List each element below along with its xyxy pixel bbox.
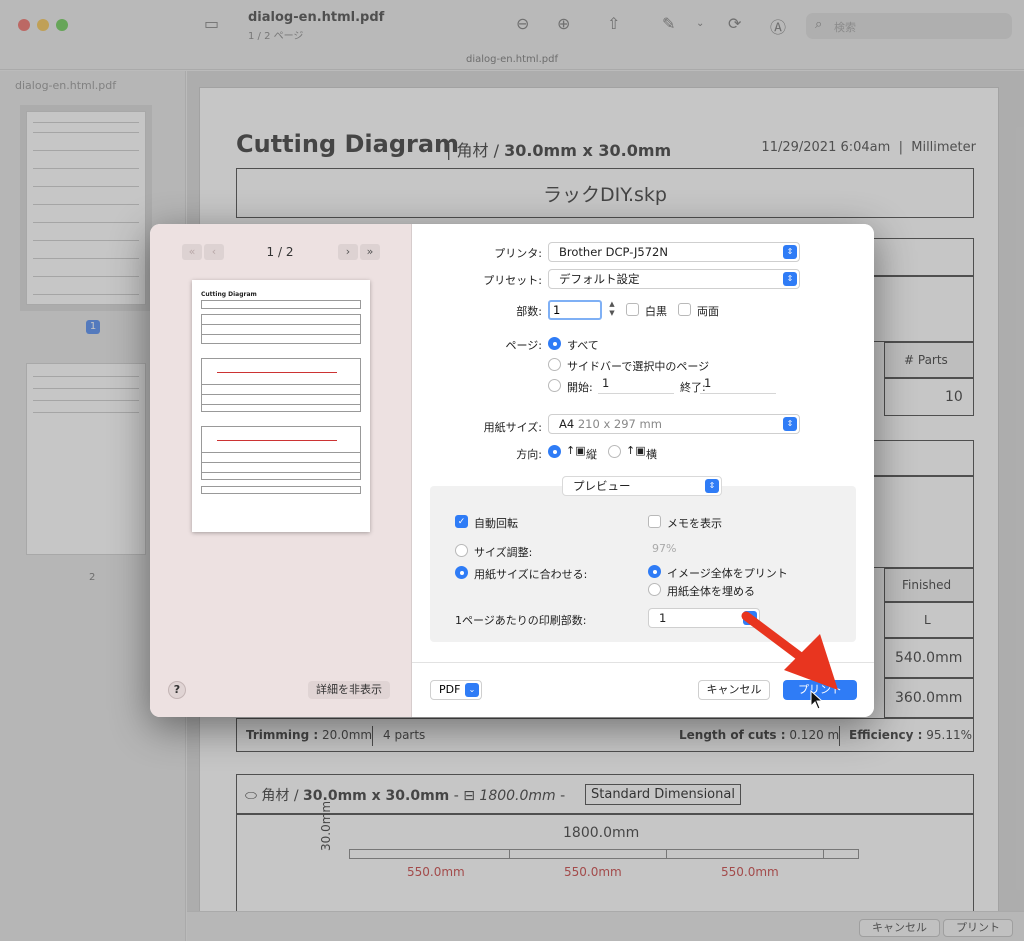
hide-details-button[interactable]: 詳細を非表示: [308, 681, 390, 699]
duplex-label: 両面: [697, 305, 719, 318]
scale-input[interactable]: 97%: [648, 540, 708, 558]
chevron-updown-icon: ⇕: [783, 272, 797, 286]
next-page-button[interactable]: ›: [338, 244, 358, 260]
paper-size-popup[interactable]: A4 210 x 297 mm ⇕: [548, 414, 800, 434]
portrait-icon: ↑▣: [566, 444, 586, 457]
pages-all-radio[interactable]: [548, 337, 561, 350]
annotation-arrow-icon: [741, 611, 838, 690]
pages-selected-label: サイドバーで選択中のページ: [567, 360, 710, 373]
pdf-menu-button[interactable]: PDF ⌄: [430, 680, 482, 700]
help-button[interactable]: ?: [168, 681, 186, 699]
last-page-button[interactable]: »: [360, 244, 380, 260]
chevron-updown-icon: ⇕: [783, 417, 797, 431]
fill-paper-label: 用紙全体を埋める: [667, 585, 755, 598]
copies-label: 部数:: [516, 305, 542, 318]
landscape-label: 横: [646, 448, 657, 461]
duplex-checkbox[interactable]: [678, 303, 691, 316]
fit-to-paper-label: 用紙サイズに合わせる:: [474, 568, 588, 581]
fit-to-paper-radio[interactable]: [455, 566, 468, 579]
pages-to-input[interactable]: 1: [700, 374, 776, 394]
landscape-icon: ↑▣: [626, 444, 646, 457]
copies-per-page-label: 1ページあたりの印刷部数:: [455, 614, 587, 627]
pages-selected-radio[interactable]: [548, 358, 561, 371]
landscape-radio[interactable]: [608, 445, 621, 458]
first-page-button[interactable]: «: [182, 244, 202, 260]
chevron-updown-icon: ⇕: [705, 479, 719, 493]
portrait-radio[interactable]: [548, 445, 561, 458]
fill-paper-radio[interactable]: [648, 583, 661, 596]
orientation-label: 方向:: [516, 448, 542, 461]
scale-label: サイズ調整:: [474, 546, 533, 559]
preset-popup[interactable]: デフォルト設定 ⇕: [548, 269, 800, 289]
pages-all-label: すべて: [567, 339, 599, 352]
page-indicator: 1 / 2: [266, 245, 294, 259]
prev-page-button[interactable]: ‹: [204, 244, 224, 260]
black-white-checkbox[interactable]: [626, 303, 639, 316]
scale-radio[interactable]: [455, 544, 468, 557]
auto-rotate-checkbox[interactable]: ✓: [455, 515, 468, 528]
mouse-pointer-icon: [810, 690, 824, 710]
paper-size-label: 用紙サイズ:: [483, 421, 542, 434]
preset-label: プリセット:: [483, 274, 542, 287]
copies-stepper[interactable]: ▲ ▼: [606, 300, 618, 320]
black-white-label: 白黒: [645, 305, 667, 318]
pages-from-label: 開始:: [567, 381, 593, 394]
print-entire-image-radio[interactable]: [648, 565, 661, 578]
pages-range-radio[interactable]: [548, 379, 561, 392]
print-entire-image-label: イメージ全体をプリント: [667, 567, 788, 580]
pages-label: ページ:: [505, 339, 543, 352]
section-popup[interactable]: プレビュー ⇕: [562, 476, 722, 496]
preview-pane: « ‹ 1 / 2 › » Cutting Diagram ? 詳細を非表示: [150, 224, 412, 717]
printer-label: プリンタ:: [494, 247, 542, 260]
portrait-label: 縦: [586, 448, 597, 461]
print-preview-page: Cutting Diagram: [192, 280, 370, 532]
show-notes-checkbox[interactable]: [648, 515, 661, 528]
chevron-updown-icon: ⇕: [783, 245, 797, 259]
printer-popup[interactable]: Brother DCP-J572N ⇕: [548, 242, 800, 262]
show-notes-label: メモを表示: [667, 517, 722, 530]
chevron-down-icon: ⌄: [465, 683, 479, 697]
copies-input[interactable]: 1: [548, 300, 602, 320]
auto-rotate-label: 自動回転: [474, 517, 518, 530]
pages-from-input[interactable]: 1: [598, 374, 674, 394]
